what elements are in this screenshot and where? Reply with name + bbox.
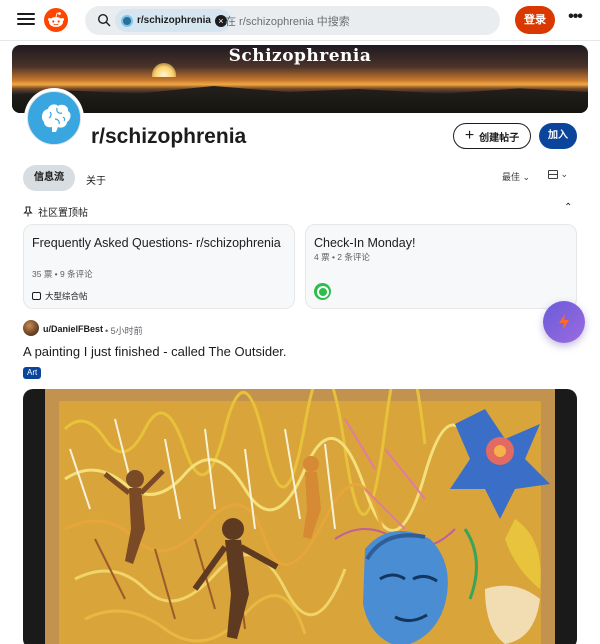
pinned-card-meta: 35 票 • 9 条评论 xyxy=(32,269,93,279)
brain-icon xyxy=(29,93,80,144)
post-timestamp: • 5小时前 xyxy=(105,326,143,336)
community-banner: Schizophrenia xyxy=(12,45,588,113)
pinned-card-title[interactable]: Frequently Asked Questions- r/schizophre… xyxy=(32,235,282,252)
search-chip-label: r/schizophrenia xyxy=(137,15,211,26)
pinned-card[interactable]: Frequently Asked Questions- r/schizophre… xyxy=(23,224,295,309)
search-icon xyxy=(97,13,111,27)
search-community-chip[interactable]: r/schizophrenia × xyxy=(115,9,231,32)
top-navigation-bar: r/schizophrenia × 在 r/schizophrenia 中搜索 … xyxy=(0,0,600,41)
sort-dropdown[interactable]: 最佳 ⌄ xyxy=(502,170,530,183)
reddit-logo-icon[interactable] xyxy=(44,8,68,32)
community-name: r/schizophrenia xyxy=(91,125,247,148)
pinned-card-flair-label: 大型综合帖 xyxy=(45,291,88,301)
layout-icon xyxy=(548,170,558,180)
pin-icon xyxy=(23,206,33,217)
tab-about[interactable]: 关于 xyxy=(86,172,106,187)
post-flair-badge[interactable]: Art xyxy=(23,367,42,379)
search-input[interactable]: 在 r/schizophrenia 中搜索 xyxy=(225,13,350,29)
plus-icon: + xyxy=(464,127,475,144)
login-button[interactable]: 登录 xyxy=(515,6,555,34)
post-image[interactable] xyxy=(23,389,577,644)
pinned-section-label: 社区置顶帖 xyxy=(38,208,88,219)
create-post-label: 创建帖子 xyxy=(479,132,520,144)
pinned-card[interactable]: Check-In Monday! 4 票 • 2 条评论 xyxy=(305,224,577,309)
create-post-button[interactable]: + 创建帖子 xyxy=(453,123,531,149)
menu-icon[interactable] xyxy=(15,10,37,30)
more-icon[interactable]: ••• xyxy=(565,9,585,30)
pinned-card-meta: 4 票 • 2 条评论 xyxy=(314,252,370,262)
avatar[interactable] xyxy=(23,320,39,336)
pinned-card-title[interactable]: Check-In Monday! xyxy=(314,235,564,252)
tab-feed[interactable]: 信息流 xyxy=(23,165,75,191)
chat-icon xyxy=(32,292,41,300)
post-author[interactable]: u/DanielFBest xyxy=(43,324,103,334)
pinned-card-flair: 大型综合帖 xyxy=(32,290,88,302)
quick-action-button[interactable] xyxy=(543,301,585,343)
community-avatar-small xyxy=(121,14,133,27)
banner-title: Schizophrenia xyxy=(228,46,372,66)
chevron-down-icon: ⌄ xyxy=(560,169,569,179)
chevron-up-icon[interactable]: ⌃ xyxy=(564,202,572,213)
search-bar[interactable]: r/schizophrenia × 在 r/schizophrenia 中搜索 xyxy=(85,6,500,35)
pinned-section-header: 社区置顶帖 xyxy=(23,204,88,219)
community-avatar xyxy=(24,88,84,148)
circle-badge-icon xyxy=(314,283,331,300)
view-layout-dropdown[interactable]: ⌄ xyxy=(548,169,570,181)
lightning-icon xyxy=(559,314,569,330)
join-button[interactable]: 加入 xyxy=(539,123,577,149)
post-title[interactable]: A painting I just finished - called The … xyxy=(23,344,287,359)
banner-landscape xyxy=(12,86,588,113)
painting-image xyxy=(45,389,555,644)
